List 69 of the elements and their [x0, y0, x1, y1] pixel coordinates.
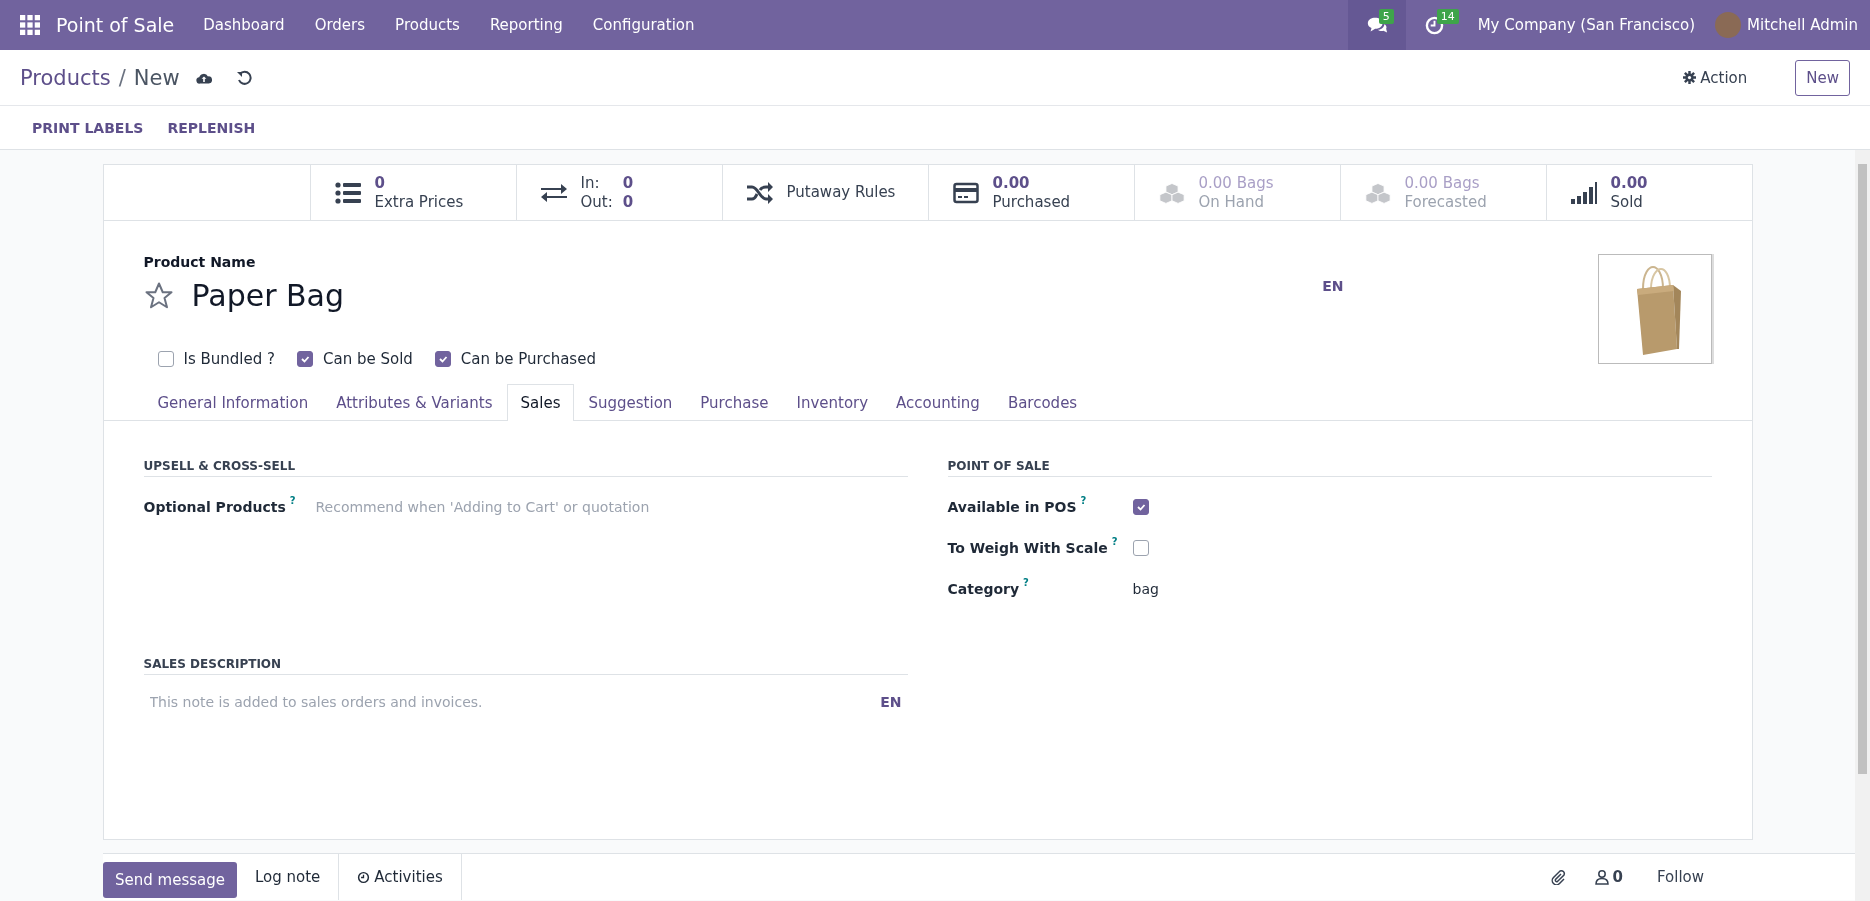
user-menu[interactable]: Mitchell Admin [1747, 16, 1858, 34]
app-title[interactable]: Point of Sale [56, 14, 175, 36]
input-field[interactable]: Recommend when 'Adding to Cart' or quotation [313, 498, 908, 516]
help-mark[interactable]: ? [289, 495, 296, 506]
shuffle-icon [746, 180, 773, 205]
checkbox[interactable] [1132, 499, 1149, 515]
new-button[interactable]: New [1795, 59, 1850, 96]
field-label: Category [947, 581, 1020, 597]
breadcrumb-link[interactable]: Products [20, 65, 111, 90]
company-switcher[interactable]: My Company (San Francisco) [1477, 16, 1696, 34]
checkbox-label: Is Bundled ? [183, 350, 275, 368]
apps-menu-icon[interactable] [20, 15, 40, 35]
field-label: To Weigh With Scale [947, 540, 1108, 556]
person-icon [1593, 869, 1610, 885]
tab[interactable]: Accounting [882, 384, 994, 421]
tab[interactable]: Attributes & Variants [322, 384, 507, 421]
breadcrumb-current: New [133, 65, 180, 90]
bar-chart-icon [1570, 180, 1597, 205]
menu-item[interactable]: Products [380, 16, 475, 34]
clock-icon [357, 870, 371, 884]
count-badge: 5 [1378, 9, 1394, 24]
checkbox[interactable] [1132, 540, 1149, 556]
help-mark[interactable]: ? [1023, 577, 1029, 588]
paperclip-icon[interactable] [1549, 869, 1566, 885]
followers-button[interactable]: 0 [1587, 867, 1629, 887]
checkbox-label: Can be Sold [323, 350, 413, 368]
follow-button[interactable]: Follow [1650, 867, 1710, 887]
tab[interactable]: General Information [143, 384, 323, 421]
input-field[interactable]: This note is added to sales orders and invoices. [147, 693, 881, 711]
tab[interactable]: Purchase [686, 384, 783, 421]
section-title: SALES DESCRIPTION [143, 657, 908, 675]
header-button[interactable]: REPLENISH [155, 113, 268, 142]
menu-item[interactable]: Orders [299, 16, 381, 34]
settings-icon [1683, 71, 1697, 84]
field-label: Available in POS [947, 499, 1077, 515]
credit-card-icon [952, 180, 979, 205]
help-mark[interactable]: ? [1080, 495, 1087, 506]
section-title: UPSELL & CROSS-SELL [143, 459, 908, 477]
scrollbar[interactable] [1855, 150, 1870, 901]
breadcrumb-separator: / [118, 65, 126, 90]
checkbox[interactable] [434, 351, 451, 367]
list-icon [334, 180, 361, 205]
check-icon [300, 354, 310, 364]
checkbox-label: Can be Purchased [460, 350, 596, 368]
count-badge: 14 [1436, 9, 1459, 24]
menu-item[interactable]: Reporting [474, 16, 578, 34]
undo-icon[interactable] [235, 69, 252, 86]
tab[interactable]: Sales [506, 384, 575, 421]
field-value[interactable]: bag [1132, 581, 1159, 597]
action-menu-button[interactable]: Action [1673, 68, 1758, 87]
language-button[interactable]: EN [880, 694, 902, 710]
send-message-button[interactable]: Send message [103, 862, 237, 898]
check-icon [437, 354, 448, 364]
header-button[interactable]: PRINT LABELS [20, 113, 156, 142]
product-name-field[interactable]: Paper Bag [191, 278, 344, 313]
tab[interactable]: Suggestion [574, 384, 687, 421]
field-label: Optional Products [143, 499, 286, 515]
menu-item[interactable]: Dashboard [188, 16, 300, 34]
tab[interactable]: Inventory [782, 384, 883, 421]
language-button[interactable]: EN [1322, 278, 1344, 294]
tab[interactable]: Barcodes [993, 384, 1092, 421]
section-title: POINT OF SALE [947, 459, 1712, 477]
check-icon [1135, 502, 1146, 512]
checkbox[interactable] [157, 351, 174, 367]
menu-item[interactable]: Configuration [577, 16, 710, 34]
field-label: Product Name [143, 254, 257, 270]
star-icon[interactable] [143, 280, 174, 311]
help-mark[interactable]: ? [1111, 536, 1118, 547]
checkbox[interactable] [297, 351, 313, 367]
